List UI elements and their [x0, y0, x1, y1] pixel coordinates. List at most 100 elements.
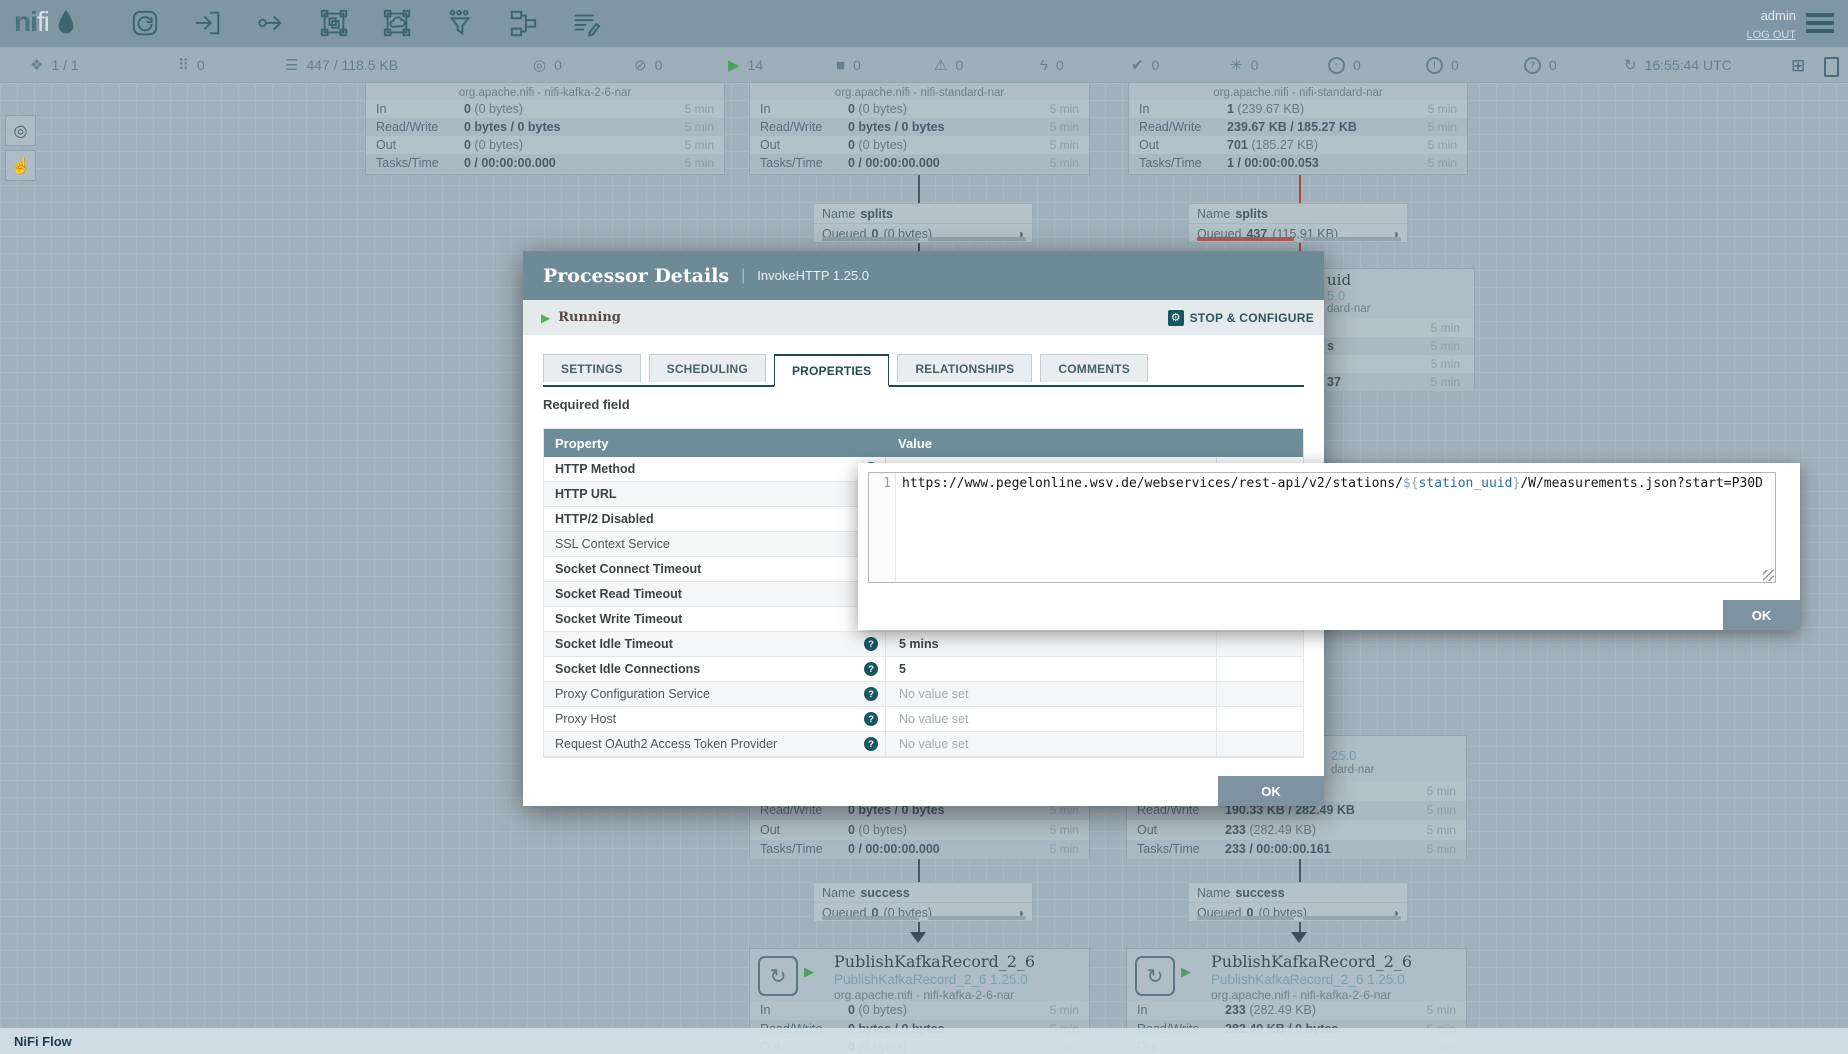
property-value[interactable]: 5	[885, 657, 1216, 681]
device-icon[interactable]	[1824, 57, 1839, 77]
cluster-icon: ❖	[30, 58, 43, 73]
processor-drag-icon[interactable]	[130, 8, 160, 38]
app-header: nifi	[0, 0, 1848, 47]
property-row[interactable]: Request Username?No value set	[544, 757, 1303, 758]
connection-label[interactable]: NamesuccessQueued0(0 bytes)◑	[1188, 882, 1408, 922]
running-icon: ▶	[1181, 964, 1191, 980]
help-icon[interactable]: ?	[864, 687, 878, 701]
running-icon: ▶	[728, 58, 740, 73]
navigate-palette-button[interactable]: ◎	[5, 115, 36, 146]
property-name: SSL Context Service	[555, 537, 864, 551]
output-port-drag-icon[interactable]	[256, 8, 286, 38]
global-menu-button[interactable]	[1806, 13, 1834, 37]
status-invalid: ⚠0	[934, 47, 963, 83]
stat-row: In1 (239.67 KB)5 min	[1129, 100, 1467, 118]
connection-label[interactable]: NamesplitsQueued437(115.91 KB)◑	[1188, 203, 1408, 243]
stat-row: In233 (282.49 KB)5 min	[1127, 1001, 1466, 1020]
property-name: Proxy Configuration Service	[555, 687, 864, 701]
user-block: admin LOG OUT	[1746, 7, 1796, 41]
tab-relationships[interactable]: RELATIONSHIPS	[897, 354, 1032, 382]
property-value[interactable]: No value set	[885, 682, 1216, 706]
status-locally-modified-stale-count: 0	[1451, 57, 1459, 73]
help-icon[interactable]: ?	[864, 737, 878, 751]
stat-row: Out233 (282.49 KB)5 min	[1127, 820, 1466, 840]
property-row[interactable]: Request OAuth2 Access Token Provider?No …	[544, 732, 1303, 757]
remote-process-group-drag-icon[interactable]	[382, 8, 412, 38]
label-drag-icon[interactable]	[571, 8, 601, 38]
dialog-processor-type: InvokeHTTP 1.25.0	[757, 268, 869, 283]
connection-label[interactable]: NamesplitsQueued0(0 bytes)◑	[813, 203, 1033, 243]
operate-palette-button[interactable]: ☝	[5, 150, 36, 181]
stat-row: Tasks/Time1 / 00:00:00.0535 min	[1129, 154, 1467, 172]
backpressure-size-bar	[928, 237, 1026, 241]
process-group-drag-icon[interactable]	[319, 8, 349, 38]
property-value[interactable]: No value set	[885, 757, 1216, 758]
connection-arrowhead	[910, 932, 926, 943]
tab-properties[interactable]: PROPERTIES	[774, 354, 889, 387]
property-value[interactable]: No value set	[885, 732, 1216, 756]
stat-row: Tasks/Time0 / 00:00:00.0005 min	[366, 154, 724, 172]
stat-row: In0 (0 bytes)5 min	[750, 100, 1089, 118]
value-editor[interactable]: 1 https://www.pegelonline.wsv.de/webserv…	[868, 472, 1776, 583]
stat-row: Tasks/Time233 / 00:00:00.1615 min	[1127, 840, 1466, 860]
processor-type-icon: ↻	[1135, 956, 1175, 996]
tab-scheduling[interactable]: SCHEDULING	[649, 354, 766, 382]
stat-row: In0 (0 bytes)5 min	[750, 1001, 1089, 1020]
help-icon[interactable]: ?	[864, 712, 878, 726]
el-variable: station_uuid	[1419, 476, 1513, 491]
property-name: HTTP/2 Disabled	[555, 512, 864, 526]
dialog-ok-button[interactable]: OK	[1218, 776, 1324, 806]
funnel-drag-icon[interactable]	[445, 8, 475, 38]
processor-node[interactable]: org.apache.nifi - nifi-kafka-2-6-narIn0 …	[365, 83, 725, 175]
gear-icon: ⚙	[1168, 310, 1184, 326]
current-user: admin	[1761, 8, 1796, 23]
stat-row: Out0 (0 bytes)5 min	[750, 820, 1089, 840]
locally-modified-stale-icon: !	[1426, 57, 1443, 74]
processor-bundle: org.apache.nifi - nifi-kafka-2-6-nar	[834, 988, 1014, 1002]
birdseye-icon[interactable]: ⊞	[1791, 56, 1805, 76]
tab-settings[interactable]: SETTINGS	[543, 354, 641, 382]
property-row[interactable]: Proxy Configuration Service? No value set	[544, 682, 1303, 707]
backpressure-object-bar	[822, 916, 919, 920]
status-stale: ↑0	[1328, 47, 1361, 83]
status-locally-modified-count: 0	[1251, 57, 1259, 73]
input-port-drag-icon[interactable]	[193, 8, 223, 38]
refresh-icon[interactable]: ↻	[1624, 58, 1637, 73]
stale-icon: ↑	[1328, 57, 1345, 74]
template-drag-icon[interactable]	[508, 8, 538, 38]
editor-code[interactable]: https://www.pegelonline.wsv.de/webservic…	[896, 473, 1775, 582]
status-running: ▶14	[728, 47, 763, 83]
property-name: HTTP URL	[555, 487, 864, 501]
not-transmitting-icon: ⊘	[634, 58, 647, 73]
help-icon[interactable]: ?	[864, 662, 878, 676]
breadcrumb[interactable]: NiFi Flow	[14, 1034, 72, 1049]
stop-and-configure-button[interactable]: ⚙ STOP & CONFIGURE	[1168, 310, 1314, 326]
logout-link[interactable]: LOG OUT	[1746, 29, 1796, 41]
dialog-header: Processor Details | InvokeHTTP 1.25.0	[523, 251, 1324, 300]
logo-text-light: fi	[37, 6, 49, 37]
status-not-transmitting-count: 0	[655, 57, 663, 73]
status-not-transmitting: ⊘0	[634, 47, 662, 83]
processor-node[interactable]: org.apache.nifi - nifi-standard-narIn1 (…	[1128, 83, 1468, 175]
sync-failure-icon: ?	[1524, 57, 1541, 74]
processor-bundle-fragment: dard-nar	[1327, 303, 1370, 315]
processor-type: PublishKafkaRecord_2_6 1.25.0	[834, 972, 1028, 987]
status-disabled: ϟ0	[1040, 47, 1064, 83]
stat-row: Tasks/Time0 / 00:00:00.0005 min	[750, 840, 1089, 860]
property-value[interactable]: No value set	[885, 707, 1216, 731]
property-row[interactable]: Socket Idle Connections?5	[544, 657, 1303, 682]
status-locally-modified: ✳0	[1230, 47, 1258, 83]
property-name: Socket Write Timeout	[555, 612, 864, 626]
connection-label[interactable]: NamesuccessQueued0(0 bytes)◑	[813, 882, 1033, 922]
property-row[interactable]: Socket Idle Timeout?5 mins	[544, 632, 1303, 657]
property-value[interactable]: 5 mins	[885, 632, 1216, 656]
backpressure-object-bar	[1197, 916, 1294, 920]
processor-bundle: org.apache.nifi - nifi-standard-nar	[1129, 86, 1467, 100]
help-icon[interactable]: ?	[864, 637, 878, 651]
tab-comments[interactable]: COMMENTS	[1040, 354, 1148, 382]
editor-resize-handle[interactable]	[1763, 570, 1774, 581]
queued-list-icon: ☰	[285, 58, 298, 73]
popup-ok-button[interactable]: OK	[1723, 600, 1800, 630]
property-row[interactable]: Proxy Host?No value set	[544, 707, 1303, 732]
processor-node[interactable]: org.apache.nifi - nifi-standard-narIn0 (…	[749, 83, 1090, 175]
